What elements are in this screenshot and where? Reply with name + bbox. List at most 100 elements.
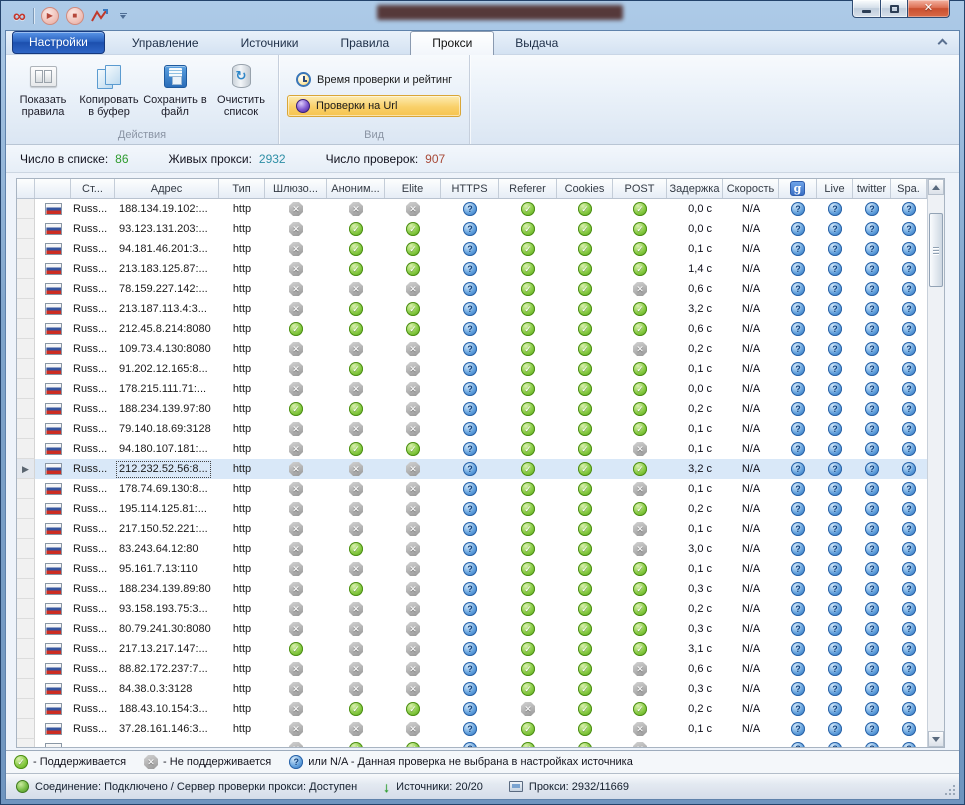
country-cell: Russ...	[71, 299, 115, 319]
post-cell	[613, 679, 667, 699]
delay-cell: 0,3 c	[667, 579, 723, 599]
clear-list-button[interactable]: Очистить список	[208, 58, 274, 118]
anonymous-cell	[327, 319, 385, 339]
table-row[interactable]: Russ... 195.114.125.81:... http 0,2 c N/…	[17, 499, 927, 519]
table-row[interactable]: Russ... 213.187.113.4:3... http 3,2 c N/…	[17, 299, 927, 319]
google-cell	[779, 539, 817, 559]
scrollbar-thumb[interactable]	[929, 213, 943, 287]
country-cell: Russ...	[71, 399, 115, 419]
column-header-twitter[interactable]: twitter	[853, 179, 891, 198]
table-row[interactable]: Russ... 188.134.19.102:... http 0,0 c N/…	[17, 199, 927, 219]
url-checks-toggle[interactable]: Проверки на Url	[287, 95, 461, 117]
column-header-country[interactable]: Ст...	[71, 179, 115, 198]
table-row[interactable]: Russ... 178.215.111.71:... http 0,0 c N/…	[17, 379, 927, 399]
column-header-spam[interactable]: Spa.	[891, 179, 927, 198]
table-row[interactable]: Russ... 213.183.125.87:... http 1,4 c N/…	[17, 259, 927, 279]
stop-check-button[interactable]: ■	[66, 7, 84, 25]
table-row[interactable]: Russ... 217.13.217.147:... http 3,1 c N/…	[17, 639, 927, 659]
table-row[interactable]: Russ... 37.28.161.146:3... http 0,1 c N/…	[17, 719, 927, 739]
quick-access-toolbar: ∞ ▶ ■	[5, 6, 127, 26]
scroll-up-button[interactable]	[928, 179, 944, 195]
table-row[interactable]: Russ... 109.73.4.130:8080 http 0,2 c N/A	[17, 339, 927, 359]
elite-cell	[385, 619, 441, 639]
resize-grip[interactable]	[943, 783, 955, 795]
tab-settings[interactable]: Настройки	[12, 31, 105, 54]
row-selector-cell	[17, 379, 35, 399]
gateway-cell	[265, 639, 327, 659]
collapse-ribbon-chevron[interactable]	[939, 40, 947, 48]
https-cell	[441, 739, 499, 747]
table-row[interactable]: Russ... 80.79.241.30:8080 http 0,3 c N/A	[17, 619, 927, 639]
twitter-cell	[853, 599, 891, 619]
table-row[interactable]: Russ... 217.150.52.221:... http 0,1 c N/…	[17, 519, 927, 539]
legend-item: - Не поддерживается	[144, 755, 271, 769]
vertical-scrollbar[interactable]	[927, 179, 944, 747]
country-flag-cell	[35, 559, 71, 579]
table-row[interactable]: Russ... 188.234.139.97:80 http 0,2 c N/A	[17, 399, 927, 419]
russia-flag-icon	[45, 403, 62, 415]
twitter-cell	[853, 419, 891, 439]
table-row[interactable]: Russ... 212.45.8.214:8080 http 0,6 c N/A	[17, 319, 927, 339]
column-header-live[interactable]: Live	[817, 179, 853, 198]
minimize-button[interactable]	[852, 0, 881, 18]
tab-sources[interactable]: Источники	[220, 33, 320, 54]
delay-cell: 0,1 c	[667, 359, 723, 379]
column-header-speed[interactable]: Скорость	[723, 179, 779, 198]
table-row[interactable]: Russ... 88.82.172.237:7... http 0,6 c N/…	[17, 659, 927, 679]
column-header-selector[interactable]	[17, 179, 35, 198]
table-row[interactable]	[17, 739, 927, 747]
table-row[interactable]: Russ... 83.243.64.12:80 http 3,0 c N/A	[17, 539, 927, 559]
row-selector-cell	[17, 679, 35, 699]
speed-cell: N/A	[723, 639, 779, 659]
table-row[interactable]: Russ... 188.234.139.89:80 http 0,3 c N/A	[17, 579, 927, 599]
cookies-cell	[557, 419, 613, 439]
delay-cell: 0,0 c	[667, 219, 723, 239]
column-header-post[interactable]: POST	[613, 179, 667, 198]
table-row[interactable]: ▶ Russ... 212.232.52.56:8... http 3,2 c …	[17, 459, 927, 479]
table-row[interactable]: Russ... 93.123.131.203:... http 0,0 c N/…	[17, 219, 927, 239]
tab-output[interactable]: Выдача	[494, 33, 579, 54]
country-cell: Russ...	[71, 559, 115, 579]
post-cell	[613, 739, 667, 747]
scroll-down-button[interactable]	[928, 731, 944, 747]
delay-cell: 0,1 c	[667, 419, 723, 439]
column-header-elite[interactable]: Elite	[385, 179, 441, 198]
show-rules-button[interactable]: Показать правила	[10, 58, 76, 118]
column-header-https[interactable]: HTTPS	[441, 179, 499, 198]
cookies-cell	[557, 239, 613, 259]
table-row[interactable]: Russ... 94.180.107.181:... http 0,1 c N/…	[17, 439, 927, 459]
table-row[interactable]: Russ... 95.161.7.13:110 http 0,1 c N/A	[17, 559, 927, 579]
column-header-cookies[interactable]: Cookies	[557, 179, 613, 198]
table-row[interactable]: Russ... 91.202.12.165:8... http 0,1 c N/…	[17, 359, 927, 379]
russia-flag-icon	[45, 343, 62, 355]
copy-to-buffer-button[interactable]: Копировать в буфер	[76, 58, 142, 118]
column-header-google[interactable]: g	[779, 179, 817, 198]
close-button[interactable]: ✕	[908, 0, 950, 18]
graph-tool-icon[interactable]	[91, 8, 109, 23]
table-row[interactable]: Russ... 79.140.18.69:3128 http 0,1 c N/A	[17, 419, 927, 439]
speed-cell: N/A	[723, 719, 779, 739]
tab-rules[interactable]: Правила	[320, 33, 411, 54]
column-header-gateway[interactable]: Шлюзо...	[265, 179, 327, 198]
customize-toolbar-dropdown[interactable]	[120, 13, 127, 19]
table-row[interactable]: Russ... 78.159.227.142:... http 0,6 c N/…	[17, 279, 927, 299]
column-header-flag[interactable]	[35, 179, 71, 198]
check-time-rating-toggle[interactable]: Время проверки и рейтинг	[287, 69, 461, 91]
table-row[interactable]: Russ... 188.43.10.154:3... http 0,2 c N/…	[17, 699, 927, 719]
column-header-delay[interactable]: Задержка	[667, 179, 723, 198]
column-header-referer[interactable]: Referer	[499, 179, 557, 198]
column-header-type[interactable]: Тип	[219, 179, 265, 198]
table-row[interactable]: Russ... 84.38.0.3:3128 http 0,3 c N/A	[17, 679, 927, 699]
table-row[interactable]: Russ... 94.181.46.201:3... http 0,1 c N/…	[17, 239, 927, 259]
column-header-anonymous[interactable]: Аноним...	[327, 179, 385, 198]
table-row[interactable]: Russ... 178.74.69.130:8... http 0,1 c N/…	[17, 479, 927, 499]
elite-cell	[385, 639, 441, 659]
gateway-cell	[265, 319, 327, 339]
maximize-button[interactable]	[881, 0, 908, 18]
start-check-button[interactable]: ▶	[41, 7, 59, 25]
tab-proxy[interactable]: Прокси	[410, 31, 494, 55]
tab-management[interactable]: Управление	[111, 33, 220, 54]
table-row[interactable]: Russ... 93.158.193.75:3... http 0,2 c N/…	[17, 599, 927, 619]
column-header-address[interactable]: Адрес	[115, 179, 219, 198]
save-to-file-button[interactable]: Сохранить в файл	[142, 58, 208, 118]
